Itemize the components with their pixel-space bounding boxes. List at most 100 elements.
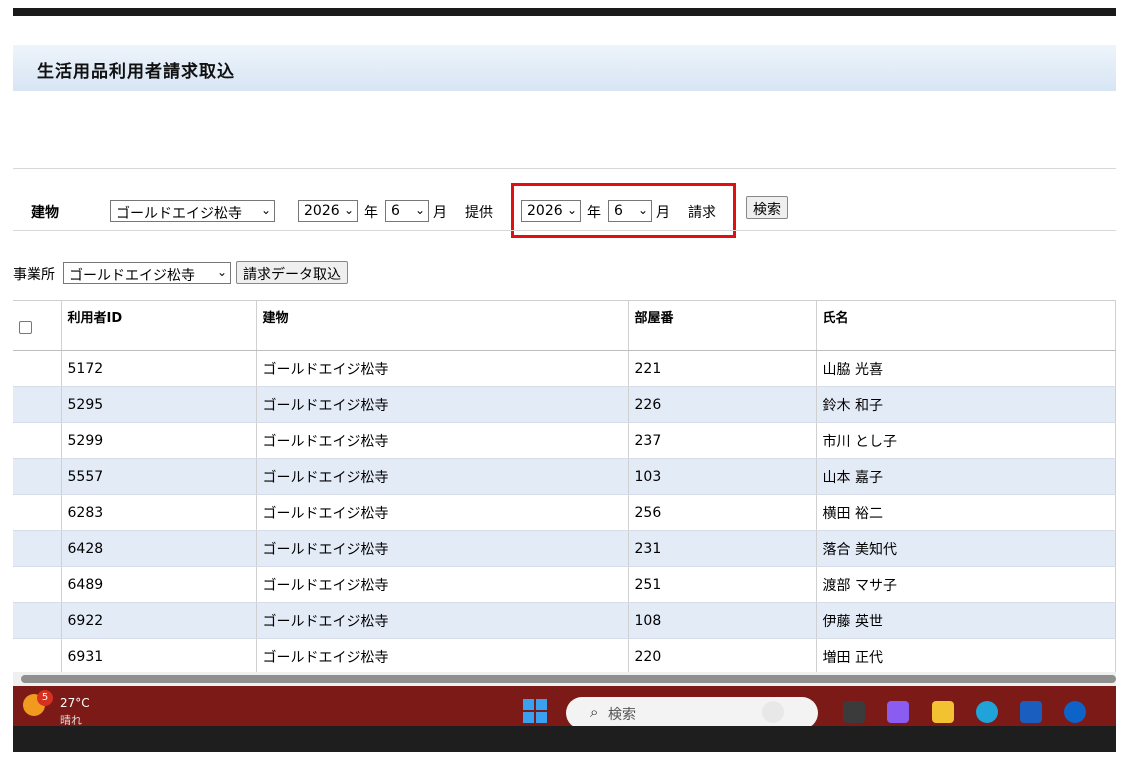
row-select-cell — [13, 350, 62, 387]
cell-user-id: 6283 — [61, 494, 257, 531]
horizontal-scrollbar[interactable] — [21, 675, 1116, 683]
cell-name: 鈴木 和子 — [816, 386, 1116, 423]
year-label: 年 — [364, 205, 378, 221]
row-select-cell — [13, 638, 62, 675]
import-billing-button[interactable]: 請求データ取込 — [236, 261, 348, 284]
building-select-value: ゴールドエイジ松寺 — [116, 206, 242, 222]
cell-user-id: 5557 — [61, 458, 257, 495]
table-row[interactable]: 6922 ゴールドエイジ松寺 108 伊藤 英世 — [13, 602, 1116, 639]
task-view-icon[interactable] — [843, 701, 865, 723]
select-all-checkbox[interactable] — [19, 321, 32, 334]
header-name[interactable]: 氏名 — [816, 300, 1116, 351]
divider — [13, 230, 1116, 231]
cell-name: 増田 正代 — [816, 638, 1116, 675]
provide-year-value: 2026 — [304, 203, 340, 219]
cell-building: ゴールドエイジ松寺 — [256, 530, 629, 567]
table-header-row: 利用者ID 建物 部屋番 氏名 — [13, 300, 1116, 351]
cell-user-id: 6489 — [61, 566, 257, 603]
header-building[interactable]: 建物 — [256, 300, 629, 351]
cell-building: ゴールドエイジ松寺 — [256, 386, 629, 423]
cell-room: 108 — [628, 602, 817, 639]
notification-badge: 5 — [37, 690, 53, 706]
cell-building: ゴールドエイジ松寺 — [256, 602, 629, 639]
temperature: 27°C — [60, 696, 90, 710]
chevron-down-icon: ⌄ — [343, 203, 354, 217]
users-table: 利用者ID 建物 部屋番 氏名 5172 ゴールドエイジ松寺 221 山脇 光喜 529… — [13, 300, 1116, 675]
store-icon[interactable] — [1020, 701, 1042, 723]
cell-room: 231 — [628, 530, 817, 567]
cell-building: ゴールドエイジ松寺 — [256, 494, 629, 531]
cell-room: 220 — [628, 638, 817, 675]
row-select-cell — [13, 494, 62, 531]
divider — [13, 168, 1116, 169]
table-row[interactable]: 6489 ゴールドエイジ松寺 251 渡部 マサ子 — [13, 566, 1116, 603]
cell-building: ゴールドエイジ松寺 — [256, 458, 629, 495]
cell-building: ゴールドエイジ松寺 — [256, 638, 629, 675]
taskbar-search-placeholder: 検索 — [608, 707, 636, 723]
chevron-down-icon: ⌄ — [216, 265, 227, 279]
building-select[interactable]: ゴールドエイジ松寺 ⌄ — [110, 200, 275, 222]
office-label: 事業所 — [13, 267, 55, 283]
table-row[interactable]: 5299 ゴールドエイジ松寺 237 市川 とし子 — [13, 422, 1116, 459]
header-user-id[interactable]: 利用者ID — [61, 300, 257, 351]
cell-room: 221 — [628, 350, 817, 387]
file-explorer-icon[interactable] — [932, 701, 954, 723]
weather-condition: 晴れ — [60, 714, 82, 725]
table-row[interactable]: 6931 ゴールドエイジ松寺 220 増田 正代 — [13, 638, 1116, 675]
table-row[interactable]: 5295 ゴールドエイジ松寺 226 鈴木 和子 — [13, 386, 1116, 423]
cell-name: 山脇 光喜 — [816, 350, 1116, 387]
cell-user-id: 6428 — [61, 530, 257, 567]
cell-name: 伊藤 英世 — [816, 602, 1116, 639]
copilot-icon[interactable] — [887, 701, 909, 723]
windows-start-icon[interactable] — [523, 699, 547, 723]
search-button[interactable]: 検索 — [746, 196, 788, 219]
cell-user-id: 5172 — [61, 350, 257, 387]
page-header: 生活用品利用者請求取込 — [13, 45, 1116, 91]
cell-building: ゴールドエイジ松寺 — [256, 350, 629, 387]
building-label: 建物 — [31, 205, 59, 221]
page-title: 生活用品利用者請求取込 — [37, 62, 235, 82]
provide-month-value: 6 — [391, 203, 400, 219]
cell-room: 226 — [628, 386, 817, 423]
bottom-bar — [13, 726, 1116, 752]
table-row[interactable]: 6283 ゴールドエイジ松寺 256 横田 裕二 — [13, 494, 1116, 531]
row-select-cell — [13, 566, 62, 603]
hp-icon[interactable] — [1064, 701, 1086, 723]
month-label: 月 — [433, 205, 447, 221]
cell-building: ゴールドエイジ松寺 — [256, 566, 629, 603]
edge-browser-icon[interactable] — [976, 701, 998, 723]
select-all-cell — [13, 300, 62, 351]
table-row[interactable]: 6428 ゴールドエイジ松寺 231 落合 美知代 — [13, 530, 1116, 567]
cell-name: 横田 裕二 — [816, 494, 1116, 531]
provide-year-select[interactable]: 2026 ⌄ — [298, 200, 358, 222]
table-row[interactable]: 5172 ゴールドエイジ松寺 221 山脇 光喜 — [13, 350, 1116, 387]
top-border — [13, 8, 1116, 16]
provide-label: 提供 — [465, 205, 493, 221]
provide-month-select[interactable]: 6 ⌄ — [385, 200, 429, 222]
cell-building: ゴールドエイジ松寺 — [256, 422, 629, 459]
widget-soccer-icon[interactable] — [762, 701, 784, 723]
cell-name: 山本 嘉子 — [816, 458, 1116, 495]
row-select-cell — [13, 530, 62, 567]
cell-room: 103 — [628, 458, 817, 495]
cell-user-id: 5299 — [61, 422, 257, 459]
cell-name: 市川 とし子 — [816, 422, 1116, 459]
cell-room: 251 — [628, 566, 817, 603]
cell-room: 256 — [628, 494, 817, 531]
office-select[interactable]: ゴールドエイジ松寺 ⌄ — [63, 262, 231, 284]
cell-user-id: 6931 — [61, 638, 257, 675]
header-room[interactable]: 部屋番 — [628, 300, 817, 351]
office-select-value: ゴールドエイジ松寺 — [69, 268, 195, 284]
cell-user-id: 5295 — [61, 386, 257, 423]
row-select-cell — [13, 386, 62, 423]
cell-name: 渡部 マサ子 — [816, 566, 1116, 603]
table-row[interactable]: 5557 ゴールドエイジ松寺 103 山本 嘉子 — [13, 458, 1116, 495]
chevron-down-icon: ⌄ — [260, 203, 271, 217]
cell-room: 237 — [628, 422, 817, 459]
chevron-down-icon: ⌄ — [414, 203, 425, 217]
row-select-cell — [13, 422, 62, 459]
search-icon: ⌕ — [590, 703, 599, 721]
row-select-cell — [13, 602, 62, 639]
cell-name: 落合 美知代 — [816, 530, 1116, 567]
cell-user-id: 6922 — [61, 602, 257, 639]
